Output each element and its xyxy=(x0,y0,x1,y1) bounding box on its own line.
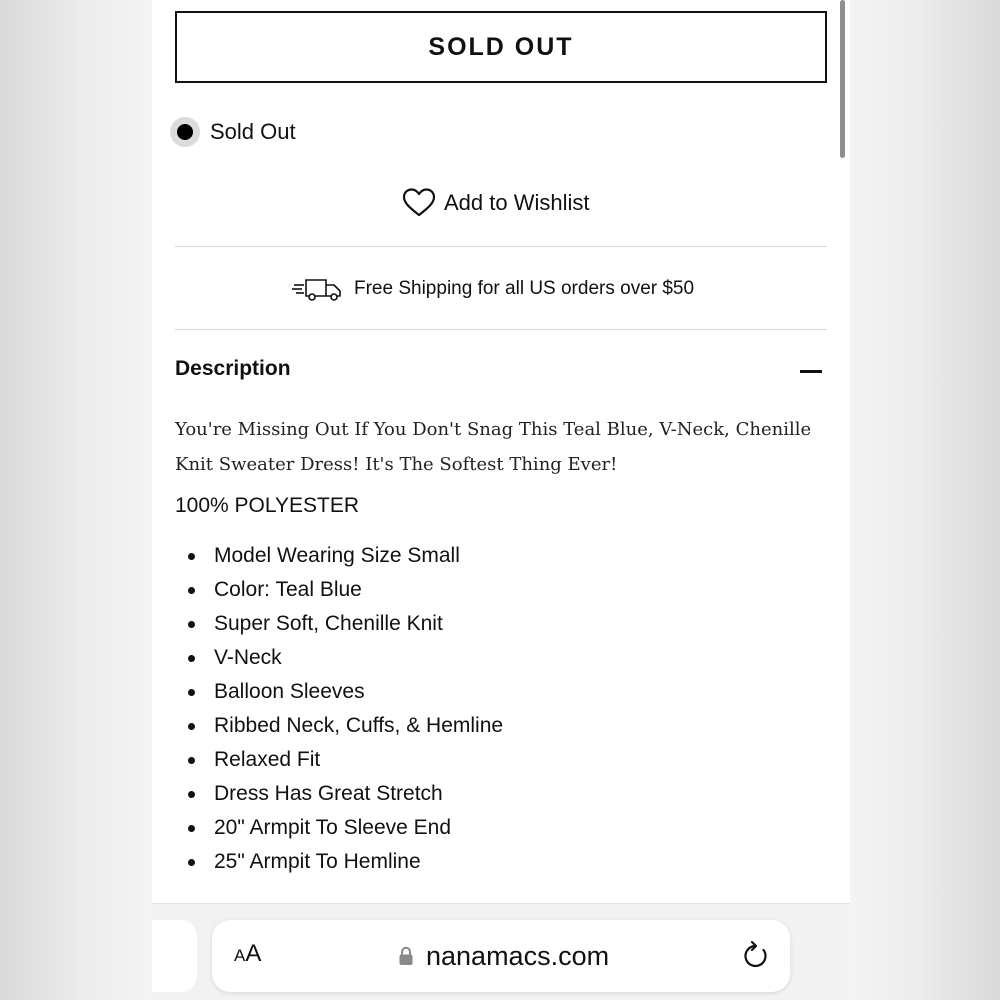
aa-small-letter: A xyxy=(234,946,246,965)
list-item-text: Balloon Sleeves xyxy=(214,680,365,703)
list-item-text: Relaxed Fit xyxy=(214,748,321,771)
page-scrollbar[interactable] xyxy=(840,0,845,158)
list-item: Dress Has Great Stretch xyxy=(175,777,503,811)
list-item-text: 25" Armpit To Hemline xyxy=(214,850,421,873)
reload-button[interactable] xyxy=(740,940,770,977)
list-item: Super Soft, Chenille Knit xyxy=(175,607,503,641)
address-bar[interactable]: AA nanamacs.com xyxy=(212,920,790,992)
list-item: V-Neck xyxy=(175,641,503,675)
add-to-wishlist-button[interactable]: Add to Wishlist xyxy=(402,184,590,222)
list-item-text: Ribbed Neck, Cuffs, & Hemline xyxy=(214,714,504,737)
bullet-icon xyxy=(188,859,195,866)
list-item: Model Wearing Size Small xyxy=(175,539,503,573)
list-item-text: Color: Teal Blue xyxy=(214,578,362,601)
aa-large-letter: A xyxy=(245,940,262,967)
list-item-text: Dress Has Great Stretch xyxy=(214,782,443,805)
list-item: 25" Armpit To Hemline xyxy=(175,845,503,879)
shipping-notice: Free Shipping for all US orders over $50 xyxy=(292,272,694,306)
minus-icon[interactable] xyxy=(800,370,822,373)
list-item: Balloon Sleeves xyxy=(175,675,503,709)
bullet-icon xyxy=(188,587,195,594)
wishlist-label: Add to Wishlist xyxy=(444,190,590,215)
heart-icon xyxy=(402,188,436,217)
bullet-icon xyxy=(188,553,195,560)
bullet-icon xyxy=(188,757,195,764)
bullet-icon xyxy=(188,791,195,798)
radio-selected-dot xyxy=(177,124,193,140)
material-text: 100% POLYESTER xyxy=(175,494,360,517)
delivery-truck-icon xyxy=(292,279,341,301)
list-item-text: Model Wearing Size Small xyxy=(214,544,460,567)
feature-list: Model Wearing Size Small Color: Teal Blu… xyxy=(175,539,503,879)
browser-viewport: SOLD OUT Sold Out Add to Wishlist Free S… xyxy=(152,0,850,1000)
bullet-icon xyxy=(188,689,195,696)
list-item: Relaxed Fit xyxy=(175,743,503,777)
list-item-text: Super Soft, Chenille Knit xyxy=(214,612,443,635)
previous-tab-preview[interactable] xyxy=(152,920,197,992)
url-display[interactable]: nanamacs.com xyxy=(398,937,609,975)
list-item-text: V-Neck xyxy=(214,646,282,669)
bullet-icon xyxy=(188,825,195,832)
sold-out-button[interactable]: SOLD OUT xyxy=(175,11,827,83)
bullet-icon xyxy=(188,621,195,628)
shipping-text: Free Shipping for all US orders over $50 xyxy=(354,278,695,299)
list-item: 20" Armpit To Sleeve End xyxy=(175,811,503,845)
browser-toolbar: AA nanamacs.com xyxy=(152,903,850,1000)
lock-icon xyxy=(399,946,413,965)
url-text: nanamacs.com xyxy=(426,940,610,971)
reader-options-button[interactable]: AA xyxy=(234,940,261,968)
list-item-text: 20" Armpit To Sleeve End xyxy=(214,816,452,839)
list-item: Ribbed Neck, Cuffs, & Hemline xyxy=(175,709,503,743)
variant-option-label: Sold Out xyxy=(210,119,296,144)
bullet-icon xyxy=(188,655,195,662)
bullet-icon xyxy=(188,723,195,730)
description-heading[interactable]: Description xyxy=(175,357,291,381)
divider xyxy=(175,329,827,330)
radio-button[interactable] xyxy=(170,117,200,147)
description-text: You're Missing Out If You Don't Snag Thi… xyxy=(175,419,812,475)
list-item: Color: Teal Blue xyxy=(175,573,503,607)
divider xyxy=(175,246,827,247)
variant-option-sold-out[interactable]: Sold Out xyxy=(170,114,296,150)
reload-icon xyxy=(744,940,767,968)
